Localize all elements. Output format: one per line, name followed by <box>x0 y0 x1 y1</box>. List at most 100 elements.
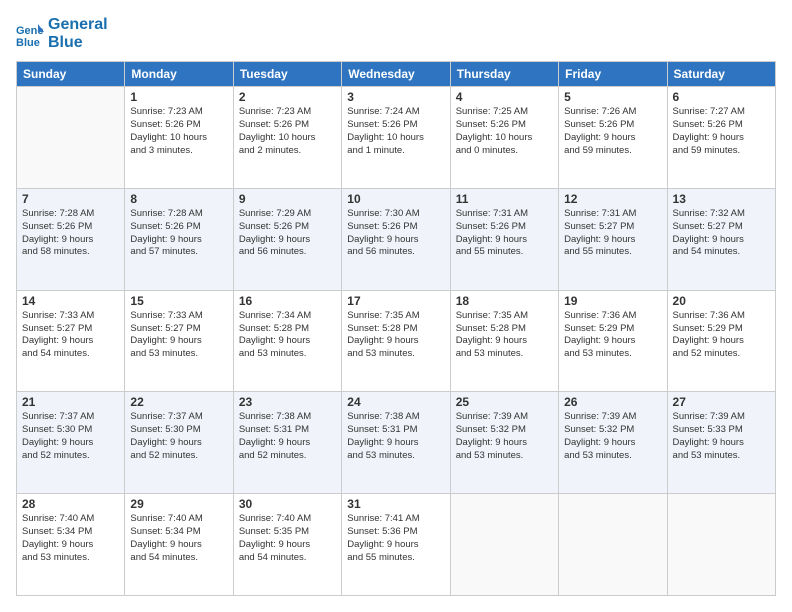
calendar-cell: 23 Sunrise: 7:38 AM Sunset: 5:31 PM Dayli… <box>233 392 341 494</box>
logo-general: General <box>48 16 108 34</box>
day-info: Sunrise: 7:31 AM Sunset: 5:26 PM Dayligh… <box>456 208 553 259</box>
calendar-cell: 28 Sunrise: 7:40 AM Sunset: 5:34 PM Dayli… <box>17 494 125 596</box>
calendar-cell: 29Sunrise: 7:40 AM Sunset: 5:34 PM Dayli… <box>125 494 233 596</box>
weekday-friday: Friday <box>559 62 667 87</box>
logo-icon: General Blue <box>16 20 44 48</box>
day-number: 11 <box>456 192 553 206</box>
calendar-cell: 13 Sunrise: 7:32 AM Sunset: 5:27 PM Dayli… <box>667 188 775 290</box>
calendar-cell: 5Sunrise: 7:26 AM Sunset: 5:26 PM Daylig… <box>559 87 667 189</box>
day-info: Sunrise: 7:40 AM Sunset: 5:34 PM Dayligh… <box>130 513 227 564</box>
calendar-cell: 31Sunrise: 7:41 AM Sunset: 5:36 PM Dayli… <box>342 494 450 596</box>
day-number: 10 <box>347 192 444 206</box>
day-number: 21 <box>22 395 119 409</box>
calendar-cell: 11 Sunrise: 7:31 AM Sunset: 5:26 PM Dayli… <box>450 188 558 290</box>
calendar-cell: 9 Sunrise: 7:29 AM Sunset: 5:26 PM Daylig… <box>233 188 341 290</box>
weekday-header-row: SundayMondayTuesdayWednesdayThursdayFrid… <box>17 62 776 87</box>
day-number: 3 <box>347 90 444 104</box>
calendar-cell <box>559 494 667 596</box>
week-row-5: 28 Sunrise: 7:40 AM Sunset: 5:34 PM Dayli… <box>17 494 776 596</box>
calendar-cell: 6Sunrise: 7:27 AM Sunset: 5:26 PM Daylig… <box>667 87 775 189</box>
day-info: Sunrise: 7:36 AM Sunset: 5:29 PM Dayligh… <box>673 310 770 361</box>
header: General Blue General Blue <box>16 16 776 51</box>
day-number: 27 <box>673 395 770 409</box>
svg-text:Blue: Blue <box>16 37 40 48</box>
day-info: Sunrise: 7:33 AM Sunset: 5:27 PM Dayligh… <box>22 310 119 361</box>
calendar-cell: 17Sunrise: 7:35 AM Sunset: 5:28 PM Dayli… <box>342 290 450 392</box>
day-info: Sunrise: 7:31 AM Sunset: 5:27 PM Dayligh… <box>564 208 661 259</box>
day-number: 13 <box>673 192 770 206</box>
day-number: 19 <box>564 294 661 308</box>
calendar-cell: 25 Sunrise: 7:39 AM Sunset: 5:32 PM Dayli… <box>450 392 558 494</box>
weekday-saturday: Saturday <box>667 62 775 87</box>
calendar-cell: 20Sunrise: 7:36 AM Sunset: 5:29 PM Dayli… <box>667 290 775 392</box>
day-info: Sunrise: 7:38 AM Sunset: 5:31 PM Dayligh… <box>239 411 336 462</box>
day-number: 2 <box>239 90 336 104</box>
day-info: Sunrise: 7:23 AM Sunset: 5:26 PM Dayligh… <box>130 106 227 157</box>
day-info: Sunrise: 7:33 AM Sunset: 5:27 PM Dayligh… <box>130 310 227 361</box>
day-info: Sunrise: 7:29 AM Sunset: 5:26 PM Dayligh… <box>239 208 336 259</box>
day-info: Sunrise: 7:39 AM Sunset: 5:33 PM Dayligh… <box>673 411 770 462</box>
day-number: 16 <box>239 294 336 308</box>
day-info: Sunrise: 7:37 AM Sunset: 5:30 PM Dayligh… <box>130 411 227 462</box>
day-number: 1 <box>130 90 227 104</box>
day-number: 25 <box>456 395 553 409</box>
calendar-cell: 16 Sunrise: 7:34 AM Sunset: 5:28 PM Dayli… <box>233 290 341 392</box>
weekday-sunday: Sunday <box>17 62 125 87</box>
calendar-cell: 10 Sunrise: 7:30 AM Sunset: 5:26 PM Dayli… <box>342 188 450 290</box>
day-info: Sunrise: 7:26 AM Sunset: 5:26 PM Dayligh… <box>564 106 661 157</box>
day-info: Sunrise: 7:25 AM Sunset: 5:26 PM Dayligh… <box>456 106 553 157</box>
calendar-table: SundayMondayTuesdayWednesdayThursdayFrid… <box>16 61 776 596</box>
weekday-monday: Monday <box>125 62 233 87</box>
day-number: 24 <box>347 395 444 409</box>
day-number: 28 <box>22 497 119 511</box>
week-row-4: 21 Sunrise: 7:37 AM Sunset: 5:30 PM Dayli… <box>17 392 776 494</box>
day-info: Sunrise: 7:24 AM Sunset: 5:26 PM Dayligh… <box>347 106 444 157</box>
calendar-cell: 15 Sunrise: 7:33 AM Sunset: 5:27 PM Dayli… <box>125 290 233 392</box>
day-info: Sunrise: 7:34 AM Sunset: 5:28 PM Dayligh… <box>239 310 336 361</box>
day-info: Sunrise: 7:27 AM Sunset: 5:26 PM Dayligh… <box>673 106 770 157</box>
day-number: 7 <box>22 192 119 206</box>
day-info: Sunrise: 7:30 AM Sunset: 5:26 PM Dayligh… <box>347 208 444 259</box>
weekday-wednesday: Wednesday <box>342 62 450 87</box>
day-info: Sunrise: 7:28 AM Sunset: 5:26 PM Dayligh… <box>22 208 119 259</box>
day-info: Sunrise: 7:40 AM Sunset: 5:35 PM Dayligh… <box>239 513 336 564</box>
calendar-cell: 14 Sunrise: 7:33 AM Sunset: 5:27 PM Dayli… <box>17 290 125 392</box>
logo-blue: Blue <box>48 34 108 52</box>
calendar-cell: 21 Sunrise: 7:37 AM Sunset: 5:30 PM Dayli… <box>17 392 125 494</box>
day-number: 9 <box>239 192 336 206</box>
day-info: Sunrise: 7:32 AM Sunset: 5:27 PM Dayligh… <box>673 208 770 259</box>
day-info: Sunrise: 7:39 AM Sunset: 5:32 PM Dayligh… <box>564 411 661 462</box>
week-row-1: 1 Sunrise: 7:23 AM Sunset: 5:26 PM Daylig… <box>17 87 776 189</box>
day-number: 14 <box>22 294 119 308</box>
day-number: 23 <box>239 395 336 409</box>
day-number: 18 <box>456 294 553 308</box>
calendar-cell: 27 Sunrise: 7:39 AM Sunset: 5:33 PM Dayli… <box>667 392 775 494</box>
day-info: Sunrise: 7:36 AM Sunset: 5:29 PM Dayligh… <box>564 310 661 361</box>
weekday-tuesday: Tuesday <box>233 62 341 87</box>
day-number: 26 <box>564 395 661 409</box>
week-row-2: 7 Sunrise: 7:28 AM Sunset: 5:26 PM Daylig… <box>17 188 776 290</box>
calendar-cell: 12Sunrise: 7:31 AM Sunset: 5:27 PM Dayli… <box>559 188 667 290</box>
calendar-cell <box>17 87 125 189</box>
calendar-cell: 18Sunrise: 7:35 AM Sunset: 5:28 PM Dayli… <box>450 290 558 392</box>
day-info: Sunrise: 7:28 AM Sunset: 5:26 PM Dayligh… <box>130 208 227 259</box>
calendar-cell: 26 Sunrise: 7:39 AM Sunset: 5:32 PM Dayli… <box>559 392 667 494</box>
day-number: 8 <box>130 192 227 206</box>
day-info: Sunrise: 7:40 AM Sunset: 5:34 PM Dayligh… <box>22 513 119 564</box>
week-row-3: 14 Sunrise: 7:33 AM Sunset: 5:27 PM Dayli… <box>17 290 776 392</box>
day-number: 15 <box>130 294 227 308</box>
calendar-cell: 19 Sunrise: 7:36 AM Sunset: 5:29 PM Dayli… <box>559 290 667 392</box>
day-info: Sunrise: 7:38 AM Sunset: 5:31 PM Dayligh… <box>347 411 444 462</box>
logo: General Blue General Blue <box>16 16 108 51</box>
calendar-cell: 2Sunrise: 7:23 AM Sunset: 5:26 PM Daylig… <box>233 87 341 189</box>
calendar-cell: 1 Sunrise: 7:23 AM Sunset: 5:26 PM Daylig… <box>125 87 233 189</box>
day-info: Sunrise: 7:35 AM Sunset: 5:28 PM Dayligh… <box>347 310 444 361</box>
calendar-cell <box>450 494 558 596</box>
calendar-cell: 24 Sunrise: 7:38 AM Sunset: 5:31 PM Dayli… <box>342 392 450 494</box>
day-info: Sunrise: 7:37 AM Sunset: 5:30 PM Dayligh… <box>22 411 119 462</box>
day-info: Sunrise: 7:39 AM Sunset: 5:32 PM Dayligh… <box>456 411 553 462</box>
calendar-cell: 4Sunrise: 7:25 AM Sunset: 5:26 PM Daylig… <box>450 87 558 189</box>
calendar-cell: 8 Sunrise: 7:28 AM Sunset: 5:26 PM Daylig… <box>125 188 233 290</box>
day-number: 30 <box>239 497 336 511</box>
weekday-thursday: Thursday <box>450 62 558 87</box>
